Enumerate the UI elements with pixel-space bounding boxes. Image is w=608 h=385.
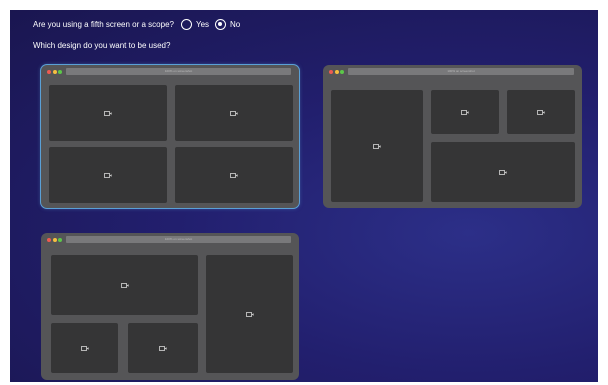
video-tile xyxy=(331,90,423,202)
design-option-spotlight-right[interactable]: 100% on screenshot xyxy=(41,233,299,380)
video-camera-icon xyxy=(373,143,381,149)
video-camera-icon xyxy=(537,109,545,115)
maximize-dot-icon xyxy=(58,237,62,242)
video-tile xyxy=(175,147,293,203)
radio-no-label: No xyxy=(230,20,241,29)
minimize-dot-icon xyxy=(52,69,57,74)
minimize-dot-icon xyxy=(334,69,339,74)
video-tile xyxy=(51,323,118,373)
close-dot-icon xyxy=(329,69,333,74)
video-camera-icon xyxy=(159,345,167,351)
video-camera-icon xyxy=(104,110,112,116)
video-camera-icon xyxy=(461,109,469,115)
radio-yes-label: Yes xyxy=(195,20,210,29)
close-dot-icon xyxy=(47,237,51,242)
video-camera-icon xyxy=(120,282,129,288)
window-controls xyxy=(47,69,64,74)
window-controls xyxy=(329,69,346,74)
url-bar: 100% on screenshot xyxy=(348,68,574,75)
minimize-dot-icon xyxy=(52,237,57,242)
radio-option-no[interactable]: No xyxy=(215,19,240,30)
radio-option-yes[interactable]: Yes xyxy=(180,19,210,30)
video-tile xyxy=(49,85,167,141)
video-camera-icon xyxy=(80,345,89,351)
video-camera-icon xyxy=(499,169,507,175)
video-tile xyxy=(175,85,293,141)
fifth-screen-question: Are you using a fifth screen or a scope?… xyxy=(33,19,246,30)
maximize-dot-icon xyxy=(340,69,344,74)
url-bar: 100% on screenshot xyxy=(66,68,291,75)
video-camera-icon xyxy=(230,172,238,178)
video-camera-icon xyxy=(245,311,254,317)
design-option-grid-2x2[interactable]: 100% on screenshot xyxy=(41,65,299,208)
video-camera-icon xyxy=(230,110,238,116)
video-tile xyxy=(128,323,198,373)
video-camera-icon xyxy=(104,172,112,178)
window-titlebar: 100% on screenshot xyxy=(41,233,299,246)
video-tile xyxy=(431,90,499,134)
window-titlebar: 100% on screenshot xyxy=(41,65,299,78)
video-tile xyxy=(206,255,293,373)
video-tile xyxy=(49,147,167,203)
window-controls xyxy=(47,237,64,242)
radio-no[interactable] xyxy=(215,19,227,30)
maximize-dot-icon xyxy=(58,69,62,74)
fifth-screen-question-label: Are you using a fifth screen or a scope? xyxy=(33,20,174,29)
url-bar: 100% on screenshot xyxy=(66,236,291,243)
design-question-label: Which design do you want to be used? xyxy=(33,41,171,50)
radio-yes[interactable] xyxy=(180,19,192,30)
video-tile xyxy=(507,90,575,134)
window-titlebar: 100% on screenshot xyxy=(323,65,582,78)
close-dot-icon xyxy=(47,69,51,74)
video-tile xyxy=(51,255,198,315)
design-option-spotlight-left[interactable]: 100% on screenshot xyxy=(323,65,582,208)
video-tile xyxy=(431,142,575,202)
design-picker-panel: Are you using a fifth screen or a scope?… xyxy=(10,10,598,382)
